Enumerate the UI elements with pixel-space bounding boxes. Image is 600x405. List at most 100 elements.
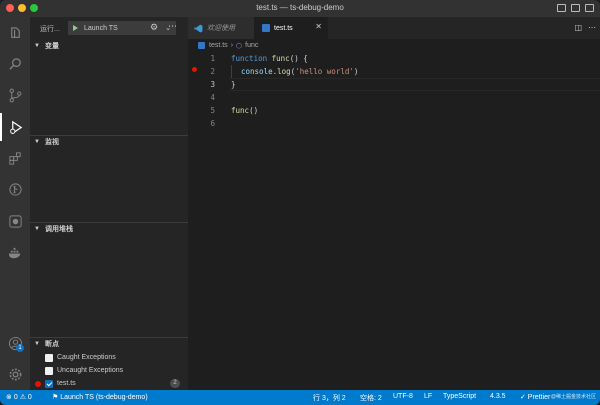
launch-config-label: Launch TS — [84, 24, 118, 32]
call-stack-section-title: 调用堆栈 — [44, 226, 73, 233]
breakpoint-caught-exceptions[interactable]: Caught Exceptions — [30, 351, 188, 364]
code-text: function func() { — [231, 54, 308, 63]
call-stack-section-header[interactable]: ▼ 调用堆栈 — [30, 222, 188, 236]
code-line: 6 — [188, 117, 600, 130]
breakpoint-test-ts[interactable]: test.ts 2 — [30, 377, 188, 390]
title-bar: test.ts — ts-debug-demo — [0, 0, 600, 17]
tab-welcome[interactable]: 欢迎使用 — [188, 17, 254, 39]
prettier-status[interactable]: ✓ Prettier — [520, 393, 550, 401]
chevron-down-icon: ▼ — [34, 43, 40, 49]
launch-config-select[interactable]: Launch TS ⌄ — [68, 21, 176, 35]
docker-activity[interactable] — [0, 239, 30, 267]
typescript-file-icon — [198, 42, 205, 49]
docker-icon — [8, 247, 20, 258]
toggle-sidebar-icon[interactable] — [557, 4, 566, 12]
account-badge: 1 — [16, 344, 24, 352]
github-icon — [8, 214, 22, 228]
vscode-window: test.ts — ts-debug-demo 1 运行... Launch T… — [0, 0, 600, 405]
files-icon — [10, 26, 20, 38]
more-actions-icon[interactable]: ⋯ — [168, 21, 177, 32]
breakpoint-dot-icon — [35, 381, 41, 387]
code-line: 2 console.log('hello world') — [188, 65, 600, 78]
debug-target-indicator[interactable]: ⚑ Launch TS (ts-debug-demo) — [52, 393, 148, 401]
language-mode[interactable]: TypeScript — [443, 393, 476, 400]
debug-sidebar: 运行... Launch TS ⌄ ⚙ ⋯ ▼ 变量 ▼ 监视 ▼ 调用堆栈 ▼… — [30, 17, 188, 390]
breakpoint-line-badge: 2 — [170, 379, 180, 388]
code-text: } — [231, 80, 236, 89]
window-title: test.ts — ts-debug-demo — [256, 3, 344, 12]
split-editor-icon[interactable]: ◫ — [574, 23, 582, 32]
extensions-activity[interactable] — [0, 144, 30, 172]
close-tab-icon[interactable]: ✕ — [315, 22, 322, 31]
line-number: 5 — [210, 106, 215, 115]
watch-section-title: 监视 — [44, 139, 59, 146]
toggle-panel-icon[interactable] — [571, 4, 580, 12]
code-editor[interactable]: 1 function func() { 2 console.log('hello… — [188, 52, 600, 390]
breakpoint-label: test.ts — [57, 380, 76, 387]
tab-test-ts[interactable]: test.ts ✕ — [254, 17, 328, 39]
accounts-activity[interactable]: 1 — [0, 329, 30, 357]
line-number: 6 — [210, 119, 215, 128]
run-debug-icon — [9, 120, 22, 134]
code-line-current: 3 } — [188, 78, 600, 91]
breadcrumb-symbol[interactable]: func — [245, 42, 258, 49]
chevron-down-icon: ▼ — [34, 341, 40, 347]
more-actions-icon[interactable]: ⋯ — [588, 23, 596, 32]
manage-activity[interactable] — [0, 360, 30, 388]
run-view-title: 运行... — [40, 26, 60, 33]
watermark: @稀土掘金技术社区 — [550, 394, 596, 400]
gear-icon — [9, 368, 21, 380]
variables-section-header[interactable]: ▼ 变量 — [30, 39, 188, 53]
code-line: 1 function func() { — [188, 52, 600, 65]
eol-setting[interactable]: LF — [424, 393, 432, 400]
breakpoints-section-title: 断点 — [44, 341, 59, 348]
explorer-activity[interactable] — [0, 19, 30, 47]
search-icon — [8, 57, 21, 70]
breadcrumb: test.ts › ⬡ func — [188, 39, 600, 52]
watch-section-header[interactable]: ▼ 监视 — [30, 135, 188, 149]
breakpoints-section-header[interactable]: ▼ 断点 — [30, 337, 188, 351]
breadcrumb-file[interactable]: test.ts — [209, 42, 228, 49]
test-ts-breakpoint-checkbox[interactable] — [45, 379, 53, 388]
error-icon: ⊗ — [6, 394, 12, 401]
cursor-position[interactable]: 行 3，列 2 — [313, 393, 346, 403]
problems-indicator[interactable]: ⊗ 0 ⚠ 0 — [6, 393, 32, 401]
chevron-down-icon: ▼ — [34, 139, 40, 145]
open-launch-json-gear-icon[interactable]: ⚙ — [150, 22, 158, 33]
tab-label: 欢迎使用 — [207, 25, 235, 32]
start-debugging-icon[interactable] — [73, 25, 78, 31]
line-number: 2 — [210, 67, 215, 76]
search-activity[interactable] — [0, 50, 30, 78]
encoding-setting[interactable]: UTF-8 — [393, 393, 413, 400]
breakpoint-label: Uncaught Exceptions — [57, 367, 124, 374]
editor-actions: ◫ ⋯ — [574, 23, 596, 32]
toggle-secondary-sidebar-icon[interactable] — [585, 4, 594, 12]
run-debug-header: 运行... Launch TS ⌄ ⚙ ⋯ — [30, 17, 188, 39]
uncaught-exceptions-checkbox[interactable] — [45, 366, 53, 375]
git-graph-activity[interactable] — [0, 175, 30, 203]
debug-icon: ⚑ — [52, 394, 59, 401]
source-control-icon — [9, 88, 21, 102]
vscode-logo-icon — [194, 24, 203, 32]
ts-version[interactable]: 4.3.5 — [490, 393, 506, 400]
github-activity[interactable] — [0, 207, 30, 235]
code-text: func() — [231, 106, 259, 115]
run-debug-activity[interactable] — [0, 113, 30, 141]
breakpoint-label: Caught Exceptions — [57, 354, 116, 361]
current-line-highlight — [229, 78, 600, 91]
layout-controls — [557, 4, 594, 12]
source-control-activity[interactable] — [0, 81, 30, 109]
tab-label: test.ts — [274, 24, 293, 32]
code-text: console.log('hello world') — [241, 67, 359, 76]
warning-icon: ⚠ — [19, 394, 26, 401]
git-graph-icon — [8, 182, 22, 196]
breakpoint-uncaught-exceptions[interactable]: Uncaught Exceptions — [30, 364, 188, 377]
editor-tabs: 欢迎使用 test.ts ✕ ◫ ⋯ — [188, 17, 600, 39]
line-number: 4 — [210, 93, 215, 102]
activity-bar: 1 — [0, 17, 30, 390]
indentation-setting[interactable]: 空格: 2 — [360, 393, 382, 403]
code-line: 4 — [188, 91, 600, 104]
chevron-down-icon: ▼ — [34, 226, 40, 232]
extensions-icon — [8, 151, 21, 165]
caught-exceptions-checkbox[interactable] — [45, 353, 53, 362]
